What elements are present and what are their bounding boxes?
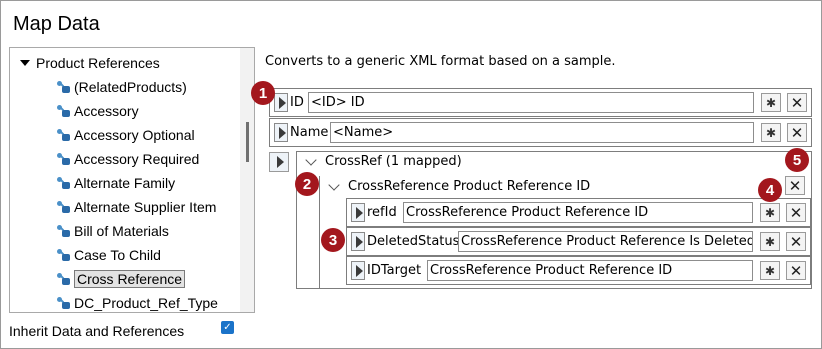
- tree-root-product-references[interactable]: Product References: [20, 53, 160, 73]
- callout-badge-2: 2: [295, 172, 319, 196]
- close-icon[interactable]: ✕: [786, 232, 806, 251]
- link-map-icon[interactable]: ✱: [760, 232, 780, 251]
- tree-item-label: (RelatedProducts): [74, 79, 187, 95]
- reference-icon: [56, 104, 70, 118]
- reference-icon: [56, 176, 70, 190]
- callout-badge-1: 1: [251, 81, 275, 105]
- close-icon[interactable]: ✕: [785, 176, 805, 195]
- field-name: ID: [290, 95, 304, 110]
- inherit-checkbox[interactable]: ✓: [221, 321, 234, 334]
- tree-item-label: Bill of Materials: [74, 223, 169, 239]
- play-icon[interactable]: [351, 203, 365, 222]
- callout-badge-3: 3: [321, 228, 345, 252]
- tree-item-label: Accessory Optional: [74, 127, 195, 143]
- tree-item-selected[interactable]: Cross Reference: [56, 267, 246, 291]
- tree-items: (RelatedProducts) Accessory Accessory Op…: [56, 75, 246, 312]
- tree-item-label: Cross Reference: [74, 270, 186, 288]
- reference-icon: [56, 296, 70, 310]
- field-row-id: ID <ID> ID ✱ ✕: [269, 88, 812, 117]
- page-title: Map Data: [13, 13, 100, 35]
- tree-item[interactable]: Alternate Supplier Item: [56, 195, 246, 219]
- tree-item[interactable]: Bill of Materials: [56, 219, 246, 243]
- map-data-dialog: Map Data Product References (RelatedProd…: [0, 0, 822, 349]
- field-value-input[interactable]: CrossReference Product Reference ID: [427, 260, 753, 281]
- sub-group-label: CrossReference Product Reference ID: [348, 179, 591, 194]
- tree-item-label: Alternate Family: [74, 175, 176, 191]
- tree-item[interactable]: (RelatedProducts): [56, 75, 246, 99]
- reference-icon: [56, 248, 70, 262]
- tree-item[interactable]: Case To Child: [56, 243, 246, 267]
- description-text: Converts to a generic XML format based o…: [265, 54, 616, 69]
- reference-icon: [56, 224, 70, 238]
- reference-icon: [56, 152, 70, 166]
- tree-item-label: Accessory: [74, 103, 139, 119]
- field-name: IDTarget: [367, 263, 422, 278]
- field-name: DeletedStatus: [367, 234, 460, 249]
- callout-badge-4: 4: [758, 178, 782, 202]
- group-play-button[interactable]: [269, 152, 289, 172]
- field-value-input[interactable]: CrossReference Product Reference ID: [403, 202, 753, 223]
- tree-item[interactable]: DC_Product_Ref_Type: [56, 291, 246, 312]
- tree-item[interactable]: Alternate Family: [56, 171, 246, 195]
- field-row-deletedstatus: DeletedStatus CrossReference Product Ref…: [346, 227, 811, 256]
- link-map-icon[interactable]: ✱: [760, 261, 780, 280]
- group-header[interactable]: CrossRef (1 mapped): [305, 153, 462, 169]
- tree-item-label: Accessory Required: [74, 151, 200, 167]
- field-name: Name: [290, 125, 329, 140]
- play-icon[interactable]: [274, 123, 288, 142]
- field-value-input[interactable]: <Name>: [330, 122, 754, 143]
- tree-item-label: Alternate Supplier Item: [74, 199, 217, 215]
- field-row-name: Name <Name> ✱ ✕: [269, 118, 812, 147]
- play-icon[interactable]: [351, 261, 365, 280]
- close-icon[interactable]: ✕: [787, 93, 807, 112]
- link-map-icon[interactable]: ✱: [761, 123, 781, 142]
- field-value-input[interactable]: CrossReference Product Reference Is Dele…: [458, 231, 753, 252]
- tree-item-label: DC_Product_Ref_Type: [74, 295, 218, 311]
- close-icon[interactable]: ✕: [786, 203, 806, 222]
- field-name: refId: [367, 205, 397, 220]
- tree-item-label: Case To Child: [74, 247, 161, 263]
- play-icon[interactable]: [274, 93, 288, 112]
- group-label: CrossRef (1 mapped): [325, 154, 462, 169]
- play-icon[interactable]: [351, 232, 365, 251]
- tree-item[interactable]: Accessory Required: [56, 147, 246, 171]
- reference-icon: [56, 272, 70, 286]
- callout-badge-5: 5: [785, 148, 809, 172]
- link-map-icon[interactable]: ✱: [761, 93, 781, 112]
- tree-item[interactable]: Accessory Optional: [56, 123, 246, 147]
- field-row-idtarget: IDTarget CrossReference Product Referenc…: [346, 256, 811, 285]
- sub-group-header[interactable]: CrossReference Product Reference ID: [328, 178, 591, 194]
- chevron-down-icon[interactable]: [328, 178, 340, 191]
- scrollbar-thumb[interactable]: [246, 122, 249, 162]
- close-icon[interactable]: ✕: [787, 123, 807, 142]
- reference-tree[interactable]: Product References (RelatedProducts) Acc…: [9, 47, 255, 313]
- close-icon[interactable]: ✕: [786, 261, 806, 280]
- tree-item[interactable]: Accessory: [56, 99, 246, 123]
- reference-icon: [56, 128, 70, 142]
- tree-root-label: Product References: [36, 55, 160, 71]
- reference-icon: [56, 80, 70, 94]
- chevron-down-icon[interactable]: [305, 153, 317, 166]
- link-map-icon[interactable]: ✱: [760, 203, 780, 222]
- field-row-refid: refId CrossReference Product Reference I…: [346, 198, 811, 227]
- expand-triangle-icon[interactable]: [20, 60, 30, 66]
- inherit-label: Inherit Data and References: [9, 323, 185, 339]
- reference-icon: [56, 200, 70, 214]
- field-value-input[interactable]: <ID> ID: [308, 92, 754, 113]
